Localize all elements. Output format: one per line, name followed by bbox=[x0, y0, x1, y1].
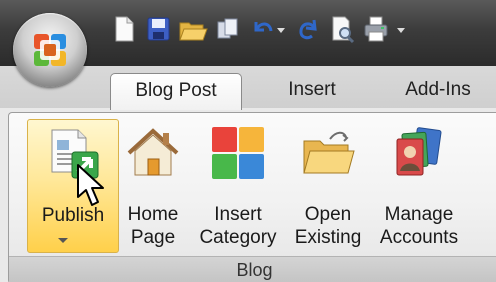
manage-accounts-label: Manage Accounts bbox=[379, 204, 459, 248]
redo-icon[interactable] bbox=[294, 14, 322, 44]
open-existing-button[interactable]: Open Existing bbox=[285, 119, 371, 253]
open-folder-icon[interactable] bbox=[178, 14, 208, 44]
tab-blog-post[interactable]: Blog Post bbox=[110, 73, 242, 110]
print-icon[interactable] bbox=[362, 14, 390, 44]
office-button[interactable] bbox=[13, 13, 87, 87]
word-ribbon-window: Blog Post Insert Add-Ins Publish Home Pa… bbox=[0, 0, 496, 282]
print-preview-icon[interactable] bbox=[328, 14, 356, 44]
manage-accounts-button[interactable]: Manage Accounts bbox=[371, 119, 467, 253]
tab-add-ins[interactable]: Add-Ins bbox=[388, 73, 488, 108]
open-existing-icon bbox=[303, 131, 355, 174]
home-page-label: Home Page bbox=[127, 204, 179, 248]
manage-accounts-icon bbox=[396, 127, 442, 176]
insert-category-label: Insert Category bbox=[199, 204, 277, 248]
office-logo-icon bbox=[34, 34, 66, 66]
home-icon bbox=[127, 128, 179, 176]
home-page-button[interactable]: Home Page bbox=[121, 119, 185, 253]
undo-dropdown-icon[interactable] bbox=[274, 14, 288, 44]
group-label: Blog bbox=[9, 256, 496, 282]
mouse-cursor-icon bbox=[77, 164, 104, 206]
customize-toolbar-icon[interactable] bbox=[394, 14, 408, 44]
publish-dropdown-icon[interactable] bbox=[58, 238, 68, 243]
new-icon[interactable] bbox=[110, 14, 138, 44]
open-existing-label: Open Existing bbox=[294, 204, 362, 248]
tab-insert[interactable]: Insert bbox=[262, 73, 362, 108]
insert-category-button[interactable]: Insert Category bbox=[193, 119, 283, 253]
save-icon[interactable] bbox=[144, 14, 172, 44]
ribbon-body: Publish Home Page Insert Category Open E… bbox=[0, 108, 496, 282]
insert-category-icon bbox=[212, 127, 264, 179]
copy-icon[interactable] bbox=[214, 14, 242, 44]
undo-icon[interactable] bbox=[248, 14, 276, 44]
